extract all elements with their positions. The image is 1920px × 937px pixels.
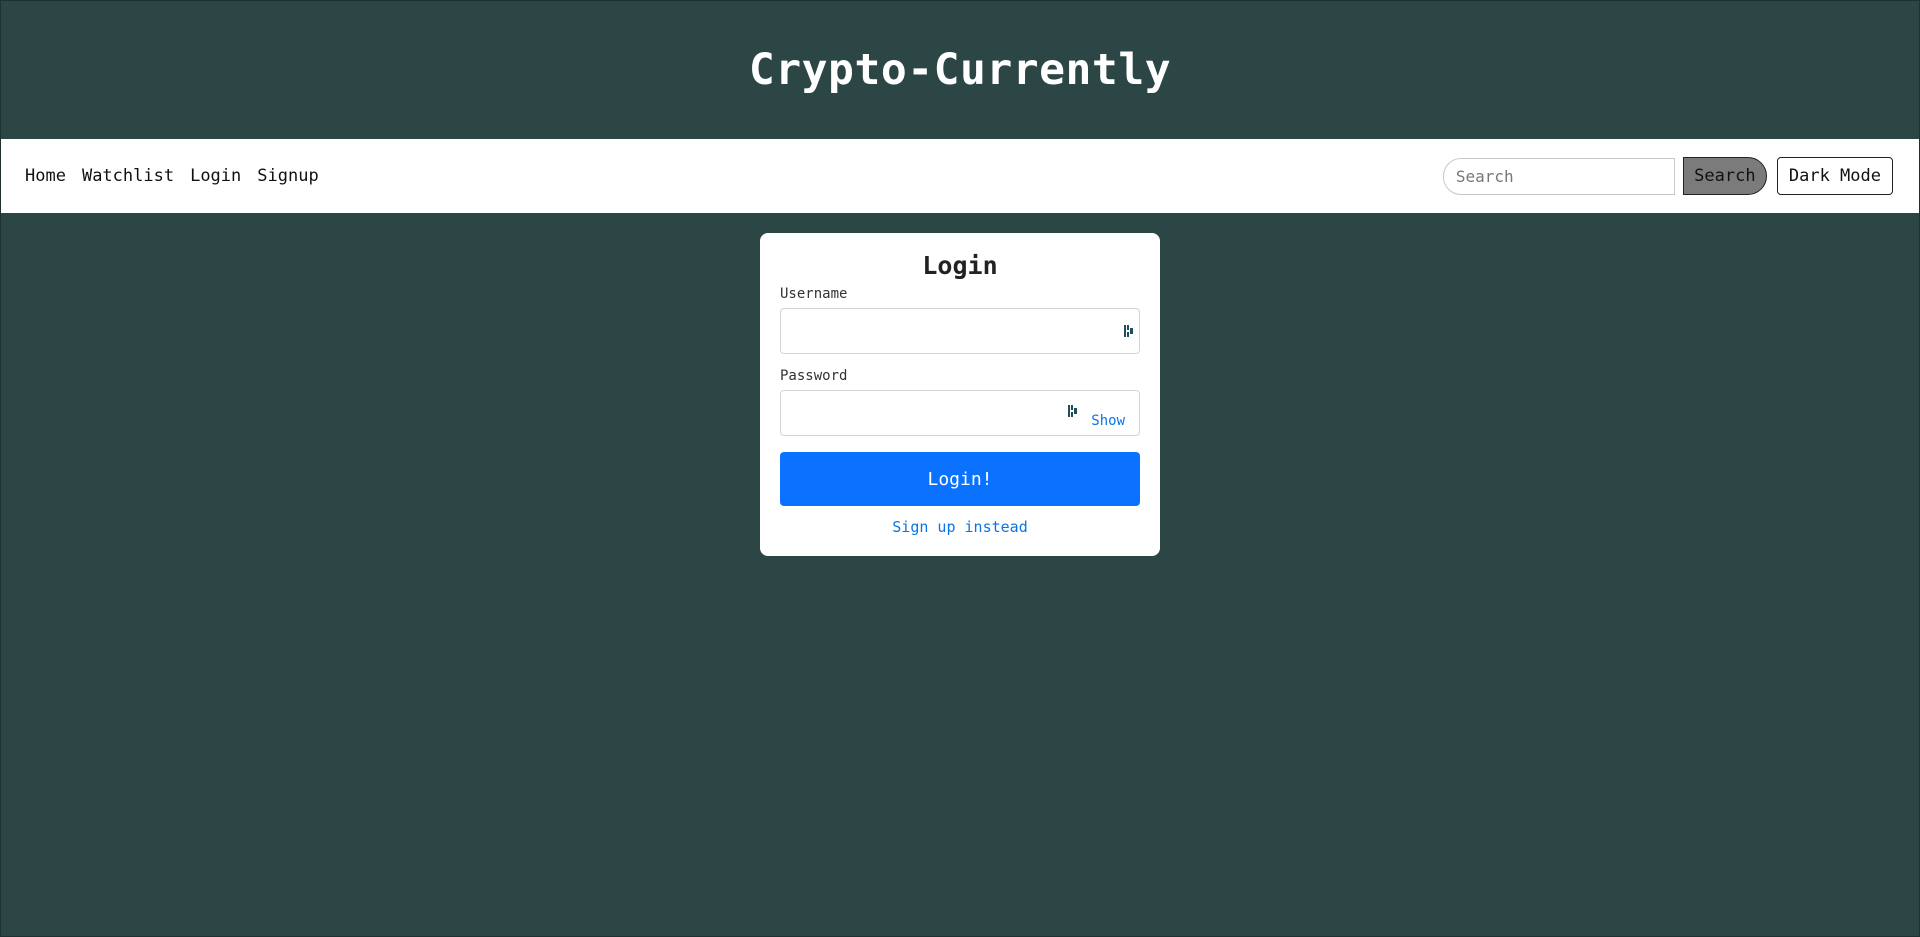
dark-mode-button[interactable]: Dark Mode — [1776, 157, 1893, 195]
password-field-wrap: Show — [780, 390, 1140, 436]
username-field[interactable] — [781, 309, 1139, 353]
password-manager-icon[interactable] — [1124, 324, 1135, 338]
nav-link-login[interactable]: Login — [190, 166, 241, 186]
signup-instead-link[interactable]: Sign up instead — [780, 518, 1140, 536]
main-area: Login Username Password Show Login! Sign… — [1, 213, 1919, 556]
site-title: Crypto-Currently — [748, 45, 1172, 95]
show-password-toggle[interactable]: Show — [1091, 413, 1125, 429]
username-field-wrap — [780, 308, 1140, 354]
username-label: Username — [780, 286, 848, 302]
search-input[interactable] — [1442, 157, 1675, 195]
nav-right: Search Dark Mode — [1442, 157, 1893, 195]
password-label: Password — [780, 368, 848, 384]
login-card: Login Username Password Show Login! Sign… — [760, 233, 1160, 556]
nav-link-home[interactable]: Home — [25, 166, 66, 186]
nav-links: Home Watchlist Login Signup — [25, 166, 319, 186]
search-form: Search — [1442, 157, 1767, 195]
nav-link-signup[interactable]: Signup — [257, 166, 318, 186]
navbar: Home Watchlist Login Signup Search Dark … — [1, 139, 1919, 213]
password-field[interactable] — [781, 391, 1139, 435]
app-frame: Crypto-Currently Home Watchlist Login Si… — [0, 0, 1920, 937]
password-manager-icon[interactable] — [1068, 404, 1079, 418]
search-button[interactable]: Search — [1682, 157, 1767, 195]
login-title: Login — [922, 251, 998, 280]
site-header: Crypto-Currently — [1, 1, 1919, 139]
login-submit-button[interactable]: Login! — [780, 452, 1140, 506]
nav-link-watchlist[interactable]: Watchlist — [82, 166, 174, 186]
